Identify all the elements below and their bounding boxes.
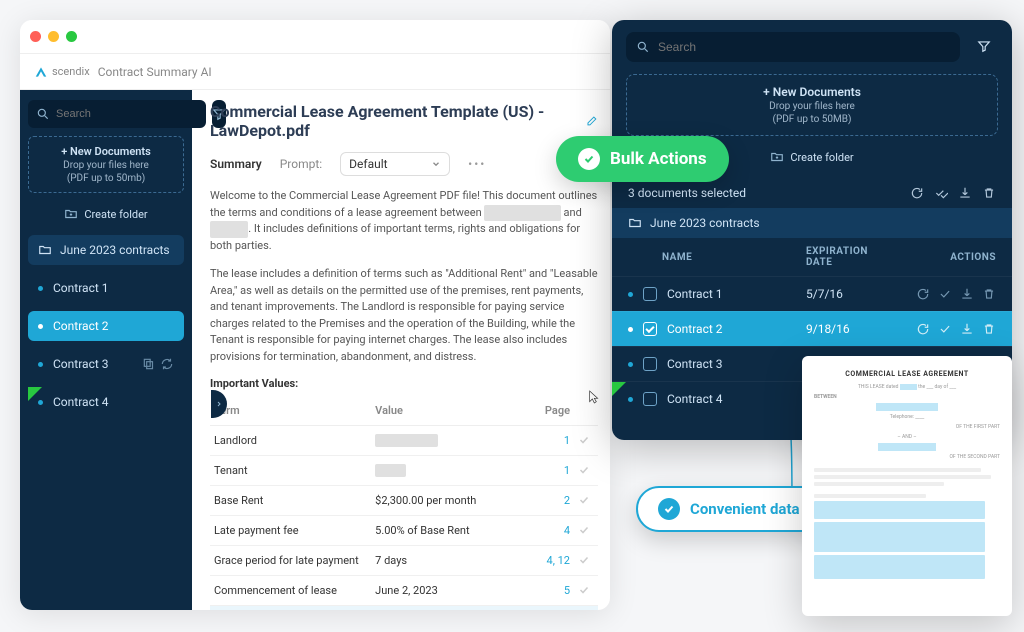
chevron-right-icon (215, 399, 223, 409)
row-checkbox[interactable] (643, 392, 657, 406)
status-dot-icon (38, 362, 43, 367)
bulk-action-bar (910, 186, 996, 200)
status-dot-icon (628, 292, 633, 297)
overlay-new-documents[interactable]: + New Documents Drop your files here (PD… (626, 74, 998, 136)
refresh-icon[interactable] (916, 287, 930, 301)
search-icon (636, 40, 650, 54)
copy-icon[interactable] (142, 357, 156, 371)
maximize-icon[interactable] (66, 31, 77, 42)
trash-icon[interactable] (982, 287, 996, 301)
document-row[interactable]: Contract 1 5/7/16 (612, 276, 1012, 311)
summary-paragraph-2: The lease includes a definition of terms… (210, 266, 598, 365)
sidebar-item-contract-3[interactable]: Contract 3 (28, 349, 184, 379)
status-dot-icon (628, 362, 633, 367)
table-row[interactable]: Landlord ████████ 1 (210, 426, 598, 456)
download-icon[interactable] (960, 287, 974, 301)
check-icon (578, 434, 590, 446)
new-documents-dropzone[interactable]: + New Documents Drop your files here (PD… (28, 136, 184, 193)
close-icon[interactable] (30, 31, 41, 42)
status-dot-icon (628, 397, 633, 402)
titlebar (20, 20, 610, 54)
table-row[interactable]: Commencement of lease June 2, 2023 5 (210, 576, 598, 606)
refresh-icon[interactable] (916, 322, 930, 336)
col-term: Term (210, 396, 371, 426)
check-icon (578, 554, 590, 566)
prompt-label: Prompt: (280, 157, 322, 171)
sidebar-item-contract-1[interactable]: Contract 1 (28, 273, 184, 303)
sidebar: + New Documents Drop your files here (PD… (20, 90, 192, 610)
trash-icon[interactable] (982, 322, 996, 336)
row-checkbox[interactable] (643, 357, 657, 371)
app-logo: scendix (34, 65, 90, 79)
prompt-select[interactable]: Default (340, 152, 450, 176)
table-row[interactable]: Base Rent $2,300.00 per month 2 (210, 486, 598, 516)
download-icon[interactable] (958, 186, 972, 200)
table-row[interactable]: Late payment fee 5.00% of Base Rent 4 (210, 516, 598, 546)
overlay-folder-row[interactable]: June 2023 contracts (612, 208, 1012, 238)
folder-plus-icon (770, 150, 784, 164)
check-icon (578, 584, 590, 596)
status-dot-icon (38, 400, 43, 405)
row-checkbox[interactable] (643, 287, 657, 301)
document-row[interactable]: Contract 2 9/18/16 (612, 311, 1012, 346)
sidebar-item-contract-2[interactable]: Contract 2 (28, 311, 184, 341)
filter-icon (977, 39, 991, 53)
check-icon (583, 153, 595, 165)
app-window: scendix Contract Summary AI + New Docume… (20, 20, 610, 610)
document-preview: COMMERCIAL LEASE AGREEMENT THIS LEASE da… (802, 356, 1012, 616)
summary-paragraph-1: Welcome to the Commercial Lease Agreemen… (210, 188, 598, 254)
status-dot-icon (38, 286, 43, 291)
chevron-down-icon (431, 159, 441, 169)
download-icon[interactable] (960, 322, 974, 336)
folder-icon (628, 216, 642, 230)
check-icon (578, 494, 590, 506)
values-table: Term Value Page Landlord ████████ 1 Tena… (210, 396, 598, 610)
col-value: Value (371, 396, 524, 426)
search-icon (36, 107, 50, 121)
sidebar-folder[interactable]: June 2023 contracts (28, 235, 184, 265)
selection-count: 3 documents selected (628, 186, 746, 200)
folder-icon (38, 243, 52, 257)
summary-label: Summary (210, 157, 262, 171)
overlay-filter-button[interactable] (970, 32, 998, 60)
overlay-search-input[interactable] (626, 32, 960, 62)
folder-plus-icon (64, 207, 78, 221)
document-title: Commercial Lease Agreement Template (US)… (210, 102, 598, 140)
important-values-header: Important Values: (210, 377, 598, 390)
topbar: scendix Contract Summary AI (20, 54, 610, 90)
status-dot-icon (38, 324, 43, 329)
check-all-icon[interactable] (934, 186, 948, 200)
create-folder-button[interactable]: Create folder (28, 201, 184, 227)
app-name: Contract Summary AI (98, 65, 212, 79)
search-input[interactable] (28, 100, 206, 128)
check-icon[interactable] (938, 322, 952, 336)
check-icon[interactable] (938, 287, 952, 301)
overlay-table-header: NAME EXPIRATION DATE ACTIONS (612, 238, 1012, 276)
check-icon (663, 503, 675, 515)
minimize-icon[interactable] (48, 31, 59, 42)
refresh-icon[interactable] (910, 186, 924, 200)
trash-icon[interactable] (982, 186, 996, 200)
more-menu[interactable]: ••• (468, 157, 486, 171)
bulk-actions-badge: Bulk Actions (556, 136, 729, 182)
check-icon (578, 524, 590, 536)
col-page: Page (524, 396, 574, 426)
main-content: Commercial Lease Agreement Template (US)… (192, 90, 610, 610)
status-dot-icon (628, 327, 633, 332)
table-row[interactable]: Tenant ████ 1 (210, 456, 598, 486)
check-icon (578, 464, 590, 476)
table-row[interactable]: Termination 8-year-to-year basis until e… (210, 606, 598, 611)
refresh-icon[interactable] (160, 357, 174, 371)
window-controls (30, 31, 77, 42)
row-checkbox[interactable] (643, 322, 657, 336)
sidebar-item-contract-4[interactable]: Contract 4 (28, 387, 184, 417)
edit-icon[interactable] (586, 114, 598, 128)
table-row[interactable]: Grace period for late payment 7 days 4, … (210, 546, 598, 576)
